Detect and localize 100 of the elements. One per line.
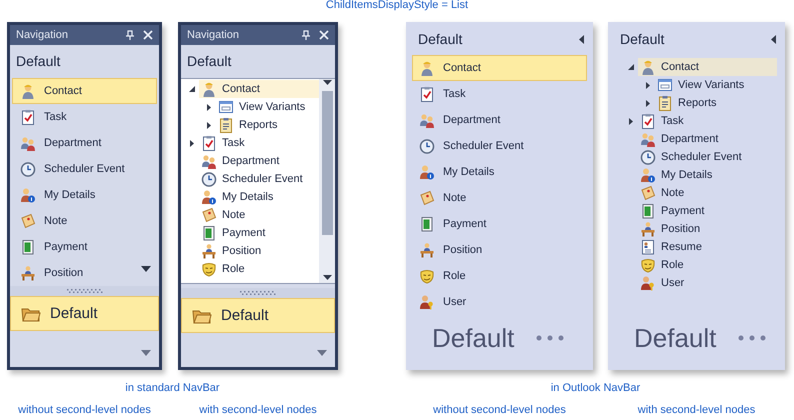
clipboard-icon (657, 95, 673, 111)
nav-item[interactable]: Department (412, 107, 587, 133)
group-header: Default (186, 52, 232, 71)
nav-item[interactable]: Task (12, 104, 157, 130)
group-title: Default (634, 322, 716, 354)
nav-item[interactable]: My Details (12, 182, 157, 208)
group-caption: in Outlook NavBar (550, 382, 640, 394)
nav-item[interactable]: My Details (412, 159, 587, 185)
person-icon (20, 83, 36, 99)
money-icon (419, 216, 435, 232)
people-icon (640, 131, 656, 147)
tree-node[interactable]: Task (199, 134, 319, 152)
group-button[interactable]: Default (10, 296, 159, 331)
nav-item[interactable]: Note (12, 208, 157, 234)
close-icon[interactable] (319, 30, 329, 40)
group-caption: in standard NavBar (125, 382, 220, 394)
people-icon (201, 153, 217, 169)
pin-icon[interactable] (125, 30, 135, 40)
pin-icon[interactable] (301, 30, 311, 40)
tree-node[interactable]: Scheduler Event (638, 148, 777, 166)
splitter-grip[interactable] (240, 291, 276, 295)
tree-node[interactable]: Department (638, 130, 777, 148)
splitter-grip[interactable] (66, 289, 102, 293)
money-icon (201, 225, 217, 241)
person-icon (419, 60, 435, 76)
clipboard-icon (201, 135, 217, 151)
clock-icon (419, 138, 435, 154)
tree-node[interactable]: Resume (638, 238, 777, 256)
tree-node[interactable]: Contact (199, 80, 319, 98)
collapse-arrow-icon[interactable] (579, 34, 585, 44)
tree-node[interactable]: Payment (199, 224, 319, 242)
chevron-down-icon[interactable] (317, 350, 327, 357)
scrollbar[interactable] (319, 79, 335, 283)
tree-node[interactable]: Note (638, 184, 777, 202)
nav-item[interactable]: Role (412, 263, 587, 289)
clipboard-icon (20, 109, 36, 125)
tree-node[interactable]: Role (638, 256, 777, 274)
panel-caption: with second-level nodes (638, 404, 756, 416)
expand-arrow-icon[interactable] (644, 80, 652, 90)
more-icon[interactable] (738, 335, 766, 341)
tree-node[interactable]: Scheduler Event (199, 170, 319, 188)
note-icon (419, 190, 435, 206)
person-icon (201, 81, 217, 97)
tree-node[interactable]: Role (199, 260, 319, 278)
window-icon (657, 77, 673, 93)
clipboard-icon (218, 117, 234, 133)
expand-arrow-icon[interactable] (204, 120, 214, 130)
collapse-arrow-icon[interactable] (771, 34, 777, 44)
collapse-arrow-icon[interactable] (626, 62, 636, 72)
tree-node[interactable]: View Variants (655, 76, 777, 94)
tree-node[interactable]: View Variants (216, 98, 319, 116)
person-info-icon (419, 164, 435, 180)
nav-item[interactable]: Contact (412, 55, 587, 81)
tree-node[interactable]: User (638, 274, 777, 292)
person-key-icon (419, 294, 435, 310)
nav-item[interactable]: Payment (412, 211, 587, 237)
nav-item[interactable]: Payment (12, 234, 157, 260)
tree-node[interactable]: Position (638, 220, 777, 238)
chevron-down-icon[interactable] (141, 350, 151, 357)
note-icon (201, 207, 217, 223)
expand-arrow-icon[interactable] (626, 116, 636, 126)
nav-item[interactable]: Position (412, 237, 587, 263)
panel-title: Navigation (187, 29, 240, 41)
nav-item[interactable]: Note (412, 185, 587, 211)
nav-item[interactable]: Scheduler Event (12, 156, 157, 182)
expand-arrow-icon[interactable] (188, 138, 196, 148)
person-info-icon (201, 189, 217, 205)
tree-node[interactable]: Reports (216, 116, 319, 134)
person-key-icon (640, 275, 656, 291)
tree-node[interactable]: Payment (638, 202, 777, 220)
panel-caption: with second-level nodes (199, 404, 317, 416)
nav-item[interactable]: Contact (12, 78, 157, 104)
expand-arrow-icon[interactable] (204, 102, 214, 112)
group-button[interactable]: Default (181, 298, 335, 333)
tree-node[interactable]: Position (199, 242, 319, 260)
desk-icon (419, 242, 435, 258)
tree-node[interactable]: My Details (638, 166, 777, 184)
nav-item[interactable]: Scheduler Event (412, 133, 587, 159)
tree-node[interactable]: Task (638, 112, 777, 130)
nav-item[interactable]: Position (12, 260, 157, 286)
caption: ChildItemsDisplayStyle = List (324, 0, 470, 11)
mask-icon (640, 257, 656, 273)
nav-item[interactable]: User (412, 289, 587, 315)
tree-node[interactable]: Reports (655, 94, 777, 112)
note-icon (20, 213, 36, 229)
tree-node[interactable]: Note (199, 206, 319, 224)
tree-node[interactable]: Contact (638, 58, 777, 76)
scroll-down-icon[interactable] (141, 265, 151, 273)
collapse-arrow-icon[interactable] (188, 84, 196, 94)
nav-item[interactable]: Department (12, 130, 157, 156)
nav-item[interactable]: Task (412, 81, 587, 107)
money-icon (640, 203, 656, 219)
tree-node[interactable]: My Details (199, 188, 319, 206)
money-icon (20, 239, 36, 255)
expand-arrow-icon[interactable] (644, 98, 652, 108)
tree-node[interactable]: Department (199, 152, 319, 170)
more-icon[interactable] (536, 335, 564, 341)
panel-caption: without second-level nodes (433, 404, 566, 416)
clock-icon (640, 149, 656, 165)
close-icon[interactable] (143, 30, 153, 40)
